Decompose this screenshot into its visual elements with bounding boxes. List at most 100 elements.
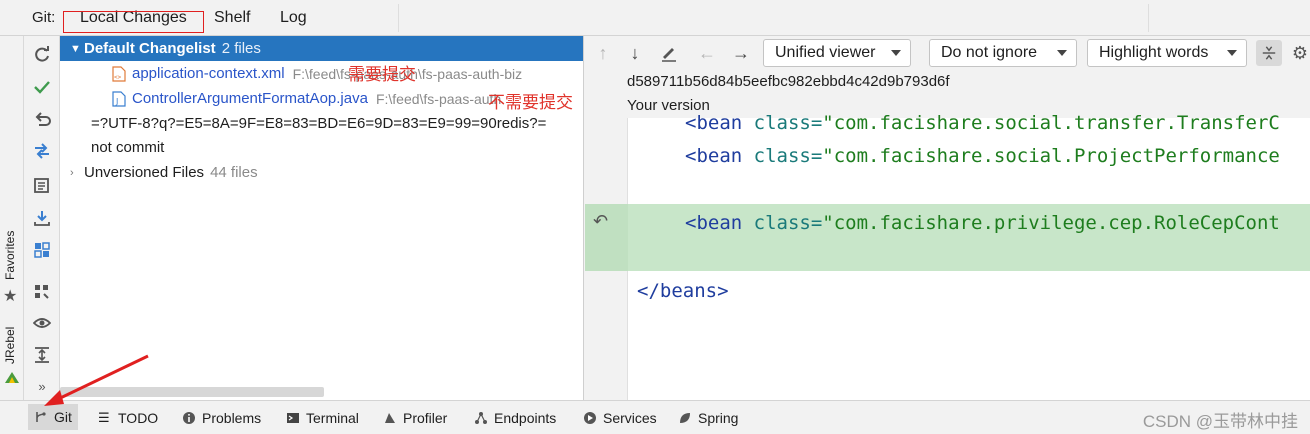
star-icon[interactable]: ★ bbox=[3, 286, 17, 306]
viewer-mode-value: Unified viewer bbox=[775, 44, 876, 61]
diff-toolbar: ↑ ↓ ← → Unified viewer Do not ignore Hig… bbox=[585, 36, 1310, 70]
unversioned-count: 44 files bbox=[210, 164, 258, 181]
chevron-down-icon[interactable]: ▼ bbox=[70, 43, 84, 55]
unversioned-label: Unversioned Files bbox=[84, 164, 205, 181]
whitespace-value: Do not ignore bbox=[941, 44, 1038, 61]
endpoints-icon bbox=[475, 412, 487, 424]
tab-shelf[interactable]: Shelf bbox=[214, 9, 250, 27]
tool-tab-problems[interactable]: Problems bbox=[182, 409, 261, 427]
whitespace-select[interactable]: Do not ignore bbox=[929, 39, 1077, 67]
code-value: "com.facishare.privilege.cep.RoleCepCont bbox=[822, 212, 1280, 234]
eye-preview-icon[interactable] bbox=[32, 313, 52, 333]
changelist-name: Default Changelist bbox=[84, 40, 216, 57]
shelve-download-icon[interactable] bbox=[32, 208, 52, 228]
tool-tab-label: Services bbox=[603, 410, 657, 426]
tool-tab-profiler[interactable]: Profiler bbox=[383, 409, 447, 427]
watermark: CSDN @玉带林中挂 bbox=[1142, 412, 1298, 431]
favorites-side-tab[interactable]: Favorites bbox=[3, 231, 17, 280]
left-side-strip: Favorites ★ JRebel bbox=[0, 36, 24, 400]
highlight-select[interactable]: Highlight words bbox=[1087, 39, 1247, 67]
jrebel-side-tab[interactable]: JRebel bbox=[3, 327, 17, 364]
forward-arrow-icon[interactable]: → bbox=[731, 43, 751, 63]
collapse-unchanged-icon[interactable] bbox=[1256, 40, 1282, 66]
code-line: <bean class="com.facishare.social.transf… bbox=[685, 112, 1280, 134]
changelist-count: 2 files bbox=[221, 40, 261, 57]
info-icon bbox=[183, 412, 195, 424]
code-line: </beans> bbox=[637, 280, 729, 302]
jrebel-icon[interactable] bbox=[4, 370, 20, 384]
group-by-icon[interactable] bbox=[32, 240, 52, 260]
code-closing-tag: </beans> bbox=[637, 280, 729, 302]
terminal-icon bbox=[287, 413, 299, 423]
chevron-down-icon bbox=[891, 50, 901, 56]
code-attr: class= bbox=[753, 145, 823, 167]
code-tag: <bean bbox=[685, 212, 743, 234]
module-grid-icon[interactable] bbox=[32, 282, 52, 302]
file-row[interactable]: <> application-context.xml F:\feed\fs-pa… bbox=[60, 61, 583, 86]
chevron-right-icon[interactable]: › bbox=[70, 167, 84, 179]
tool-tab-terminal[interactable]: Terminal bbox=[286, 409, 359, 427]
svg-text:J: J bbox=[115, 97, 118, 106]
play-icon bbox=[584, 412, 596, 424]
tool-tab-label: TODO bbox=[118, 410, 159, 426]
java-file-icon: J bbox=[112, 90, 126, 107]
list-icon: ☰ bbox=[98, 410, 110, 425]
revision-hash: d589711b56d84b5eefbc982ebbd4c42d9b793d6f bbox=[627, 73, 950, 90]
code-line: <bean class="com.facishare.social.Projec… bbox=[685, 145, 1280, 167]
code-tag: <bean bbox=[685, 145, 743, 167]
file-path: F:\feed\fs-paas-auth bbox=[375, 90, 502, 107]
tool-tab-label: Profiler bbox=[403, 410, 448, 426]
code-attr: class= bbox=[753, 112, 823, 134]
annotation-needs-commit: 需要提交 bbox=[348, 65, 416, 85]
tool-tab-label: Terminal bbox=[306, 410, 359, 426]
changelist-note: not commit bbox=[91, 139, 165, 156]
code-value: "com.facishare.social.transfer.TransferC bbox=[822, 112, 1280, 134]
update-arrows-icon[interactable] bbox=[32, 141, 52, 161]
header-divider bbox=[398, 4, 399, 32]
diff-viewer-panel: ↑ ↓ ← → Unified viewer Do not ignore Hig… bbox=[585, 36, 1310, 400]
profiler-icon bbox=[385, 413, 395, 423]
commit-check-icon[interactable] bbox=[32, 77, 52, 97]
previous-difference-icon[interactable]: ↑ bbox=[593, 43, 613, 63]
tool-tab-endpoints[interactable]: Endpoints bbox=[474, 409, 556, 427]
code-line-added: <bean class="com.facishare.privilege.cep… bbox=[685, 212, 1280, 234]
highlight-box-annotation bbox=[63, 11, 204, 33]
changelist-icon[interactable] bbox=[32, 176, 52, 196]
back-arrow-icon[interactable]: ← bbox=[697, 43, 717, 63]
unversioned-files[interactable]: › Unversioned Files 44 files bbox=[60, 160, 583, 185]
chevron-down-icon bbox=[1227, 50, 1237, 56]
viewer-mode-select[interactable]: Unified viewer bbox=[763, 39, 911, 67]
file-name: ControllerArgumentFormatAop.java bbox=[132, 90, 368, 107]
changelist-encoded-name: =?UTF-8?q?=E5=8A=9F=E8=83=BD=E6=9D=83=E9… bbox=[91, 115, 547, 132]
edit-source-icon[interactable] bbox=[659, 43, 679, 63]
code-value: "com.facishare.social.ProjectPerformance bbox=[822, 145, 1280, 167]
annotation-no-commit: 不需要提交 bbox=[488, 93, 573, 113]
svg-text:<>: <> bbox=[114, 74, 122, 81]
tool-window-bar: Git ☰ TODO Problems Terminal Profiler En… bbox=[0, 400, 1310, 434]
code-attr: class= bbox=[753, 212, 823, 234]
code-tag: <bean bbox=[685, 112, 743, 134]
chevron-down-icon bbox=[1057, 50, 1067, 56]
gear-icon[interactable]: ⚙ bbox=[1290, 43, 1310, 63]
local-changes-tree: ▼ Default Changelist 2 files <> applicat… bbox=[60, 36, 584, 400]
xml-file-icon: <> bbox=[112, 65, 126, 82]
changes-toolbar: » bbox=[24, 36, 60, 400]
spring-leaf-icon bbox=[680, 413, 690, 423]
next-difference-icon[interactable]: ↓ bbox=[625, 43, 645, 63]
tool-tab-label: Endpoints bbox=[494, 410, 557, 426]
file-name: application-context.xml bbox=[132, 65, 285, 82]
annotation-arrow bbox=[44, 354, 149, 406]
refresh-icon[interactable] bbox=[32, 44, 52, 64]
git-label: Git: bbox=[32, 9, 56, 26]
highlight-value: Highlight words bbox=[1099, 44, 1209, 61]
tab-log[interactable]: Log bbox=[280, 9, 307, 27]
changelist-other-description[interactable]: not commit bbox=[60, 135, 583, 160]
revert-change-icon[interactable]: ↶ bbox=[593, 211, 608, 232]
rollback-icon[interactable] bbox=[32, 109, 52, 129]
changelist-default[interactable]: ▼ Default Changelist 2 files bbox=[60, 36, 583, 61]
branch-icon bbox=[36, 412, 46, 422]
tool-tab-services[interactable]: Services bbox=[583, 409, 657, 427]
changelist-other[interactable]: =?UTF-8?q?=E5=8A=9F=E8=83=BD=E6=9D=83=E9… bbox=[60, 111, 583, 136]
tool-tab-label: Problems bbox=[202, 410, 262, 426]
tool-tab-spring[interactable]: Spring bbox=[678, 409, 738, 427]
